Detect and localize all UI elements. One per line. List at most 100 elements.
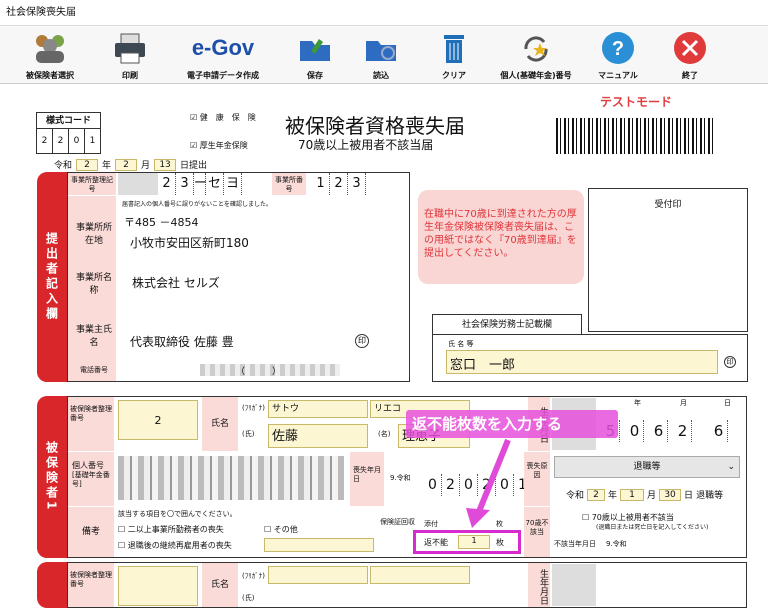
health-insurance-label: 健 康 保 険 xyxy=(199,113,256,122)
form-code-box: 様式コード 2 2 0 1 xyxy=(36,112,101,154)
kana-sei-input[interactable]: サトウ xyxy=(268,400,368,418)
office-no-label: 事業所番号 xyxy=(272,173,306,195)
form-code-digit: 2 xyxy=(37,129,53,153)
clear-button[interactable]: クリア xyxy=(414,30,494,81)
birth-digit[interactable]: 2 xyxy=(674,420,692,442)
office-code-label: 事業所整理記号 xyxy=(68,173,116,195)
loss-digit[interactable]: 2 xyxy=(442,474,460,496)
owner-name[interactable]: 代表取締役 佐藤 豊 xyxy=(130,333,234,350)
kana-label: (ﾌﾘｶﾞﾅ) xyxy=(242,404,265,412)
exit-button[interactable]: 終了 xyxy=(650,30,730,81)
exit-label: 終了 xyxy=(682,71,698,80)
form-subtitle: 70歳以上被用者不該当届 xyxy=(298,138,434,152)
year-unit: 年 xyxy=(102,161,112,171)
form-code-digit: 0 xyxy=(69,129,85,153)
office-name[interactable]: 株式会社 セルズ xyxy=(132,274,220,291)
memo-option-2-label: 退職後の継続再雇用者の喪失 xyxy=(127,541,232,550)
birth-digit[interactable]: 6 xyxy=(710,420,728,442)
sharoushi-name-input[interactable]: 窓口 一郎 xyxy=(446,350,718,374)
pension-check[interactable]: ☑ 厚生年金保険 xyxy=(190,140,248,151)
office-code-digit[interactable]: 3 xyxy=(176,173,194,195)
postal-code[interactable]: 〒485 －4854 xyxy=(124,214,199,230)
mynumber-blurred[interactable] xyxy=(118,456,344,500)
birth-day-unit: 日 xyxy=(724,399,731,407)
retire-month[interactable]: 1 xyxy=(620,488,645,501)
over70-check[interactable]: ☐ 70歳以上被用者不該当 xyxy=(582,512,674,523)
unreturned-label: 返不能 xyxy=(424,538,448,547)
folder-load-icon xyxy=(341,30,421,66)
insured2-sei-label: (氏) xyxy=(242,594,255,602)
chevron-down-icon: ⌄ xyxy=(727,462,735,472)
refresh-star-icon xyxy=(486,30,586,66)
over70-label: 70歳不該当 xyxy=(524,507,550,557)
office-code-digit[interactable]: 2 xyxy=(158,173,176,195)
office-no-digit[interactable]: 3 xyxy=(348,173,366,195)
memo-option-3-label: その他 xyxy=(273,525,298,534)
notice-box: 在職中に70歳に到達された方の厚生年金保険被保険者喪失届は、この用紙ではなく『7… xyxy=(418,190,584,284)
memo-option-3[interactable]: ☐ その他 xyxy=(264,524,298,535)
insured2-no-input[interactable] xyxy=(118,566,198,606)
insured2-no-label: 被保険者整理番号 xyxy=(68,563,114,607)
owner-label: 事業主氏名 xyxy=(76,325,113,348)
office-code-digit[interactable]: セ xyxy=(206,173,224,195)
retire-year[interactable]: 2 xyxy=(587,488,606,501)
sei-input[interactable]: 佐藤 xyxy=(268,424,368,448)
close-icon xyxy=(650,30,730,66)
load-button[interactable]: 読込 xyxy=(341,30,421,81)
egov-button[interactable]: e-Gov 電子申請データ作成 xyxy=(178,30,268,81)
reason-value: 退職等 xyxy=(633,462,661,472)
office-code-gray xyxy=(118,173,158,195)
memo-option-2[interactable]: ☐ 退職後の継続再雇用者の喪失 xyxy=(118,540,232,551)
test-mode-label: テストモード xyxy=(600,95,673,109)
era-label: 令和 xyxy=(54,161,73,171)
insured-no-input[interactable]: 2 xyxy=(118,400,198,440)
print-label: 印刷 xyxy=(122,71,138,80)
office-address[interactable]: 小牧市安田区新町180 xyxy=(130,234,249,251)
birth-digit[interactable]: 6 xyxy=(650,420,668,442)
day-unit: 日提出 xyxy=(180,161,208,171)
receipt-stamp-box: 受付印 xyxy=(588,188,748,332)
print-button[interactable]: 印刷 xyxy=(90,30,170,81)
retire-year-unit: 年 xyxy=(608,491,618,501)
office-code-digit[interactable]: ー xyxy=(194,173,207,195)
save-label: 保存 xyxy=(307,71,323,80)
manual-button[interactable]: ? マニュアル xyxy=(578,30,658,81)
cert-collect-label: 保険証回収 xyxy=(380,518,415,526)
birth-digit[interactable]: 0 xyxy=(626,420,644,442)
memo-other-input[interactable] xyxy=(264,538,374,552)
memo-option-1-label: 二以上事業所勤務者の喪失 xyxy=(127,525,224,534)
submit-date: 令和 2年 2月 13 日提出 xyxy=(54,158,207,171)
health-insurance-check[interactable]: ☑ 健 康 保 険 xyxy=(190,112,256,123)
owner-seal: 印 xyxy=(355,334,369,348)
sharoushi-title: 社会保険労務士記載欄 xyxy=(432,314,582,334)
office-code-digit[interactable]: ヨ xyxy=(224,173,242,195)
loss-digit[interactable]: 0 xyxy=(424,474,442,496)
day-input[interactable]: 13 xyxy=(154,158,177,171)
reason-select[interactable]: 退職等 ⌄ xyxy=(554,456,740,478)
year-input[interactable]: 2 xyxy=(76,158,99,171)
memo-option-1[interactable]: ☐ 二以上事業所勤務者の喪失 xyxy=(118,524,224,535)
form-code-digit: 1 xyxy=(89,136,96,146)
sharoushi-seal: 印 xyxy=(724,356,736,368)
mynumber-label: 個人番号 xyxy=(72,461,104,470)
office-no-digit[interactable]: 2 xyxy=(330,173,348,195)
retire-era: 令和 xyxy=(566,491,585,501)
basic-pension-button[interactable]: 個人(基礎年金)番号 xyxy=(486,30,586,81)
month-input[interactable]: 2 xyxy=(115,158,138,171)
memo-label: 備考 xyxy=(68,507,114,557)
office-no-digit[interactable]: 1 xyxy=(312,173,330,195)
form-title: 被保険者資格喪失届 xyxy=(285,114,465,138)
insured2-kana-mei[interactable] xyxy=(370,566,470,584)
insured-no-label: 被保険者整理番号 xyxy=(68,397,114,451)
egov-logo: e-Gov xyxy=(191,35,255,60)
unreturned-count-input[interactable]: 1 xyxy=(458,535,490,549)
insured2-birth-era-gray xyxy=(552,564,596,606)
select-insured-button[interactable]: 被保険者選択 xyxy=(10,30,90,81)
name-label: 氏名 xyxy=(202,397,238,451)
month-unit: 月 xyxy=(141,161,151,171)
insured2-kana-sei[interactable] xyxy=(268,566,368,584)
egov-label: 電子申請データ作成 xyxy=(187,71,259,80)
address-label: 事業所所在地 xyxy=(76,223,113,246)
retire-month-unit: 月 xyxy=(647,491,657,501)
retire-day[interactable]: 30 xyxy=(659,488,682,501)
